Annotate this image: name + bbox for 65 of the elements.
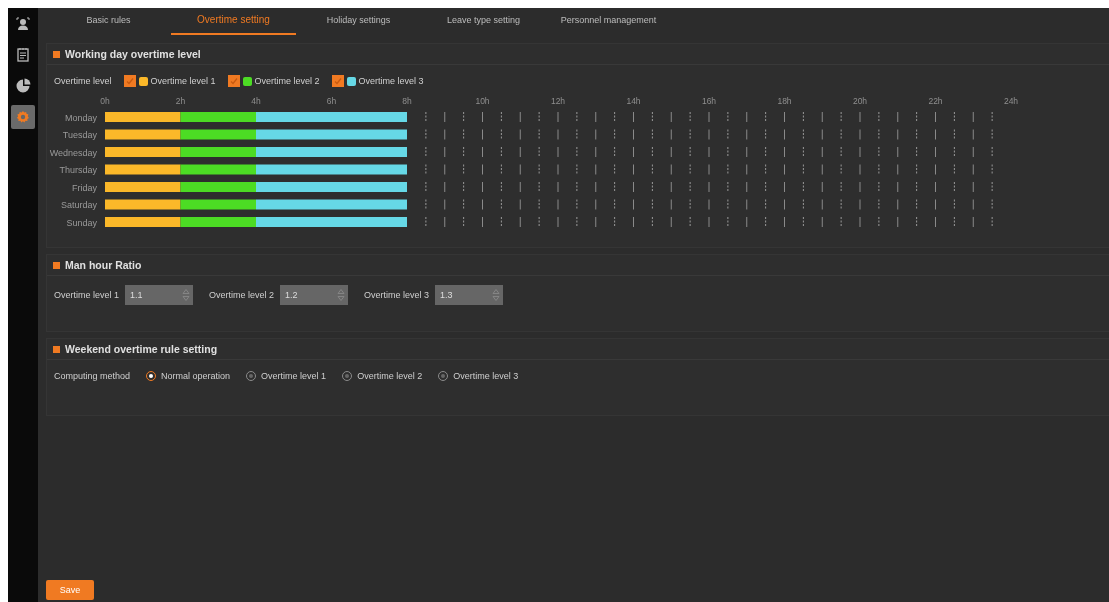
overtime-bar[interactable] (256, 164, 407, 175)
axis-tick-label: 8h (402, 96, 412, 106)
day-label: Thursday (59, 165, 97, 175)
spinner-arrows-icon[interactable] (492, 287, 501, 303)
pie-chart-icon (15, 78, 31, 94)
legend-text: Overtime level 2 (254, 76, 320, 86)
legend-text: Overtime level 1 (150, 76, 216, 86)
section-title: Working day overtime level (65, 48, 201, 60)
axis-tick-label: 0h (100, 96, 110, 106)
field-label: Overtime level 3 (364, 290, 430, 300)
section-marker-icon (53, 50, 60, 58)
field-label: Overtime level 1 (54, 290, 120, 300)
axis-tick-label: 16h (701, 96, 717, 106)
person-icon (15, 16, 31, 32)
day-label: Tuesday (62, 130, 97, 140)
overtime-bar[interactable] (180, 164, 256, 175)
axis-tick-label: 22h (928, 96, 943, 106)
section-marker-icon (53, 261, 60, 269)
overtime-bar[interactable] (256, 129, 407, 140)
tab[interactable]: Overtime setting (171, 8, 296, 35)
tab[interactable]: Basic rules (46, 8, 171, 33)
overtime-bar[interactable] (105, 199, 181, 210)
checkbox[interactable] (227, 75, 240, 87)
field-label: Overtime level 2 (209, 290, 275, 300)
axis-tick-label: 24h (1003, 96, 1019, 106)
overtime-bar[interactable] (105, 129, 181, 140)
radio-option[interactable]: Overtime level 2 (342, 371, 423, 381)
spinner-arrows-icon[interactable] (337, 287, 346, 303)
number-field[interactable]: 1.1 (125, 285, 194, 305)
axis-tick-label: 20h (852, 96, 868, 106)
overtime-bar[interactable] (256, 199, 407, 210)
legend-label: Overtime level (54, 76, 112, 86)
radio-option[interactable]: Overtime level 3 (438, 371, 519, 381)
axis-tick-label: 2h (175, 96, 186, 106)
notepad-icon (15, 47, 31, 63)
section-title: Weekend overtime rule setting (65, 343, 218, 355)
checkbox[interactable] (123, 75, 136, 87)
spinner-arrows-icon[interactable] (182, 287, 191, 303)
legend-text: Overtime level 3 (358, 76, 424, 86)
axis-tick-label: 12h (550, 96, 566, 106)
overtime-bar[interactable] (180, 199, 256, 210)
section-marker-icon (53, 345, 60, 353)
day-label: Friday (72, 182, 97, 193)
overtime-bar[interactable] (105, 164, 181, 175)
day-label: Wednesday (49, 147, 97, 158)
field-label: Computing method (54, 371, 131, 381)
number-field[interactable]: 1.2 (280, 285, 349, 305)
axis-tick-label: 6h (326, 96, 337, 106)
tab[interactable]: Personnel management (546, 8, 671, 33)
day-label: Sunday (66, 217, 97, 228)
number-field[interactable]: 1.3 (435, 285, 504, 305)
tab[interactable]: Holiday settings (296, 8, 421, 33)
overtime-bar[interactable] (180, 129, 256, 140)
tab[interactable]: Leave type setting (421, 8, 546, 33)
axis-tick-label: 10h (475, 96, 490, 106)
axis-tick-label: 4h (251, 96, 261, 106)
checkbox[interactable] (331, 75, 344, 87)
day-label: Monday (64, 112, 97, 123)
axis-tick-label: 14h (626, 96, 641, 106)
radio-option[interactable]: Normal operation (146, 371, 231, 381)
settings-icon (16, 110, 30, 124)
section-title: Man hour Ratio (65, 259, 142, 271)
axis-tick-label: 18h (777, 96, 792, 106)
radio-option[interactable]: Overtime level 1 (246, 371, 327, 381)
day-label: Saturday (60, 200, 97, 210)
